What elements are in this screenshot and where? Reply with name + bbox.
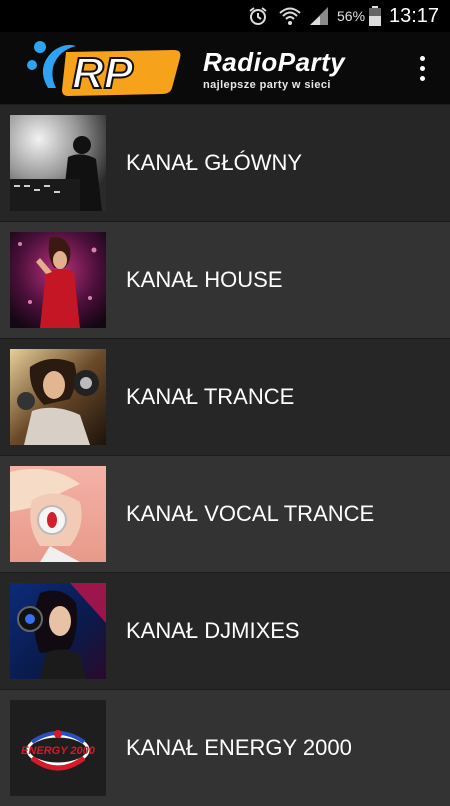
svg-text:RP: RP bbox=[72, 49, 134, 98]
channel-label: KANAŁ TRANCE bbox=[126, 384, 295, 409]
list-item[interactable]: KANAŁ GŁÓWNY bbox=[0, 104, 450, 221]
app-tagline: najlepsze party w sieci bbox=[203, 79, 331, 91]
signal-icon bbox=[308, 0, 330, 32]
dj-silhouette-thumbnail bbox=[10, 115, 106, 211]
battery-icon bbox=[368, 0, 382, 32]
channel-label: KANAŁ ENERGY 2000 bbox=[126, 735, 352, 760]
djmixes-girl-thumbnail bbox=[10, 583, 106, 679]
list-item[interactable]: KANAŁ VOCAL TRANCE bbox=[0, 455, 450, 572]
trance-headphones-girl-thumbnail bbox=[10, 349, 106, 445]
list-item[interactable]: ENERGY 2000 KANAŁ ENERGY 2000 bbox=[0, 689, 450, 806]
brand-block: RadioParty najlepsze party w sieci bbox=[203, 48, 345, 91]
battery-percent: 56% bbox=[337, 8, 366, 24]
energy-2000-logo-text: ENERGY 2000 bbox=[21, 745, 96, 757]
more-vert-icon[interactable] bbox=[410, 52, 434, 84]
channel-list: KANAŁ GŁÓWNY KANAŁ HOUSE KANAŁ TRANCE KA… bbox=[0, 104, 450, 806]
channel-label: KANAŁ HOUSE bbox=[126, 267, 283, 292]
clock-time: 13:17 bbox=[389, 4, 440, 27]
channel-label: KANAŁ GŁÓWNY bbox=[126, 150, 303, 175]
alarm-icon bbox=[247, 0, 269, 32]
energy-2000-logo-thumbnail: ENERGY 2000 bbox=[10, 700, 106, 796]
channel-label: KANAŁ DJMIXES bbox=[126, 618, 300, 643]
app-title: RadioParty bbox=[203, 47, 346, 77]
status-bar: 56% 13:17 bbox=[0, 0, 450, 32]
list-item[interactable]: KANAŁ TRANCE bbox=[0, 338, 450, 455]
list-item[interactable]: KANAŁ DJMIXES bbox=[0, 572, 450, 689]
vocal-trance-headphones-thumbnail bbox=[10, 466, 106, 562]
channel-label: KANAŁ VOCAL TRANCE bbox=[126, 501, 375, 526]
radioparty-logo[interactable]: RP bbox=[26, 36, 182, 100]
house-party-girl-thumbnail bbox=[10, 232, 106, 328]
wifi-icon bbox=[278, 0, 302, 32]
app-bar: RP RadioParty najlepsze party w sieci bbox=[0, 32, 450, 104]
list-item[interactable]: KANAŁ HOUSE bbox=[0, 221, 450, 338]
